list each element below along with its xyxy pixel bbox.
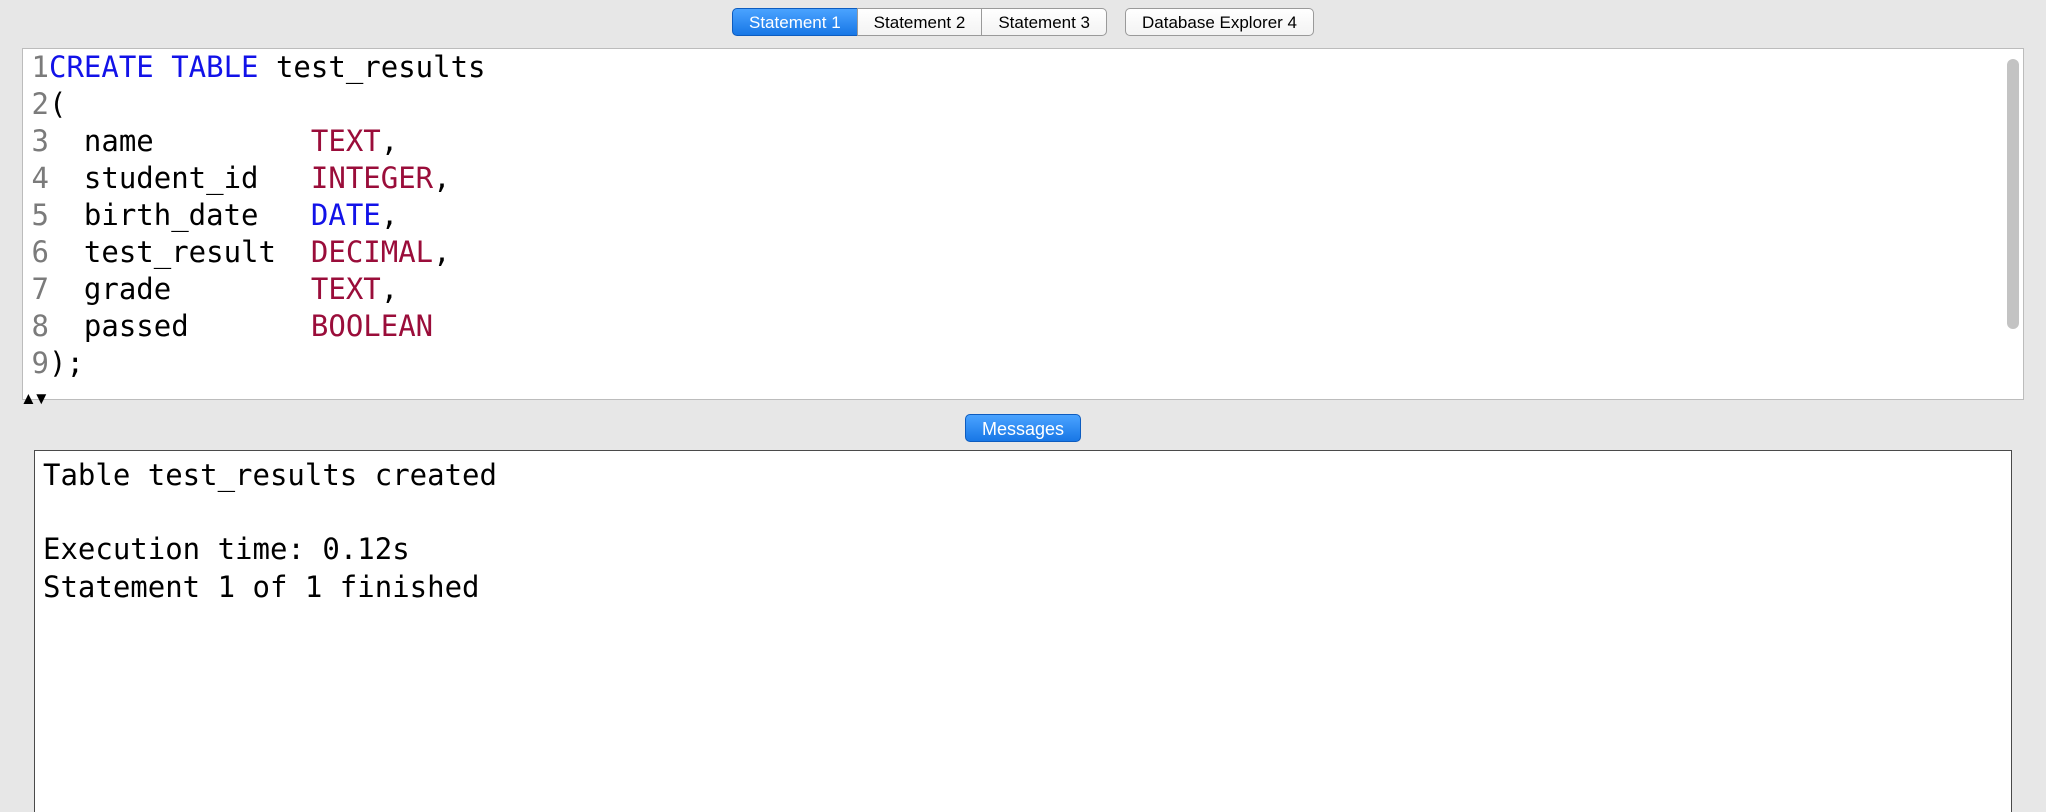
code-token: (	[49, 87, 66, 121]
code-token: TEXT	[311, 272, 381, 306]
line-number: 2	[29, 86, 49, 123]
line-number: 6	[29, 234, 49, 271]
code-token: test_result	[49, 235, 311, 269]
code-token: TEXT	[311, 124, 381, 158]
code-token: INTEGER	[311, 161, 433, 195]
line-number: 5	[29, 197, 49, 234]
tab-group-extra: Database Explorer 4	[1107, 8, 1314, 36]
messages-panel: Table test_results created Execution tim…	[34, 450, 2012, 812]
sql-editor[interactable]: 1CREATE TABLE test_results2(3 name TEXT,…	[22, 48, 2024, 400]
line-number: 1	[29, 49, 49, 86]
code-token: name	[49, 124, 311, 158]
code-token: test_results	[259, 50, 486, 84]
line-number: 4	[29, 160, 49, 197]
code-token: passed	[49, 309, 311, 343]
code-line[interactable]: 7 grade TEXT,	[29, 271, 2023, 308]
code-token: student_id	[49, 161, 311, 195]
editor-scrollbar[interactable]	[2007, 59, 2019, 329]
code-token: CREATE TABLE	[49, 50, 259, 84]
code-token: grade	[49, 272, 311, 306]
code-line[interactable]: 5 birth_date DATE,	[29, 197, 2023, 234]
tab-statement-2[interactable]: Statement 2	[857, 8, 983, 36]
code-token: ,	[381, 198, 398, 232]
code-token: ,	[433, 235, 450, 269]
line-number: 9	[29, 345, 49, 382]
tab-group-statements: Statement 1Statement 2Statement 3	[732, 8, 1107, 36]
code-token: BOOLEAN	[311, 309, 433, 343]
code-line[interactable]: 1CREATE TABLE test_results	[29, 49, 2023, 86]
code-token: DECIMAL	[311, 235, 433, 269]
messages-tab[interactable]: Messages	[965, 414, 1081, 442]
messages-text: Table test_results created Execution tim…	[43, 457, 2003, 606]
code-token: DATE	[311, 198, 381, 232]
tab-statement-1[interactable]: Statement 1	[732, 8, 858, 36]
code-line[interactable]: 6 test_result DECIMAL,	[29, 234, 2023, 271]
tab-bar: Statement 1Statement 2Statement 3 Databa…	[0, 0, 2046, 38]
code-token: );	[49, 346, 84, 380]
line-number: 8	[29, 308, 49, 345]
sql-editor-content[interactable]: 1CREATE TABLE test_results2(3 name TEXT,…	[23, 49, 2023, 382]
code-token: ,	[433, 161, 450, 195]
code-token: birth_date	[49, 198, 311, 232]
code-token: ,	[381, 124, 398, 158]
code-line[interactable]: 4 student_id INTEGER,	[29, 160, 2023, 197]
code-line[interactable]: 3 name TEXT,	[29, 123, 2023, 160]
code-line[interactable]: 2(	[29, 86, 2023, 123]
code-line[interactable]: 9);	[29, 345, 2023, 382]
splitter-handle[interactable]: ▲▼	[20, 394, 46, 404]
tab-statement-3[interactable]: Statement 3	[981, 8, 1107, 36]
line-number: 3	[29, 123, 49, 160]
code-line[interactable]: 8 passed BOOLEAN	[29, 308, 2023, 345]
line-number: 7	[29, 271, 49, 308]
tab-database-explorer-4[interactable]: Database Explorer 4	[1125, 8, 1314, 36]
code-token: ,	[381, 272, 398, 306]
